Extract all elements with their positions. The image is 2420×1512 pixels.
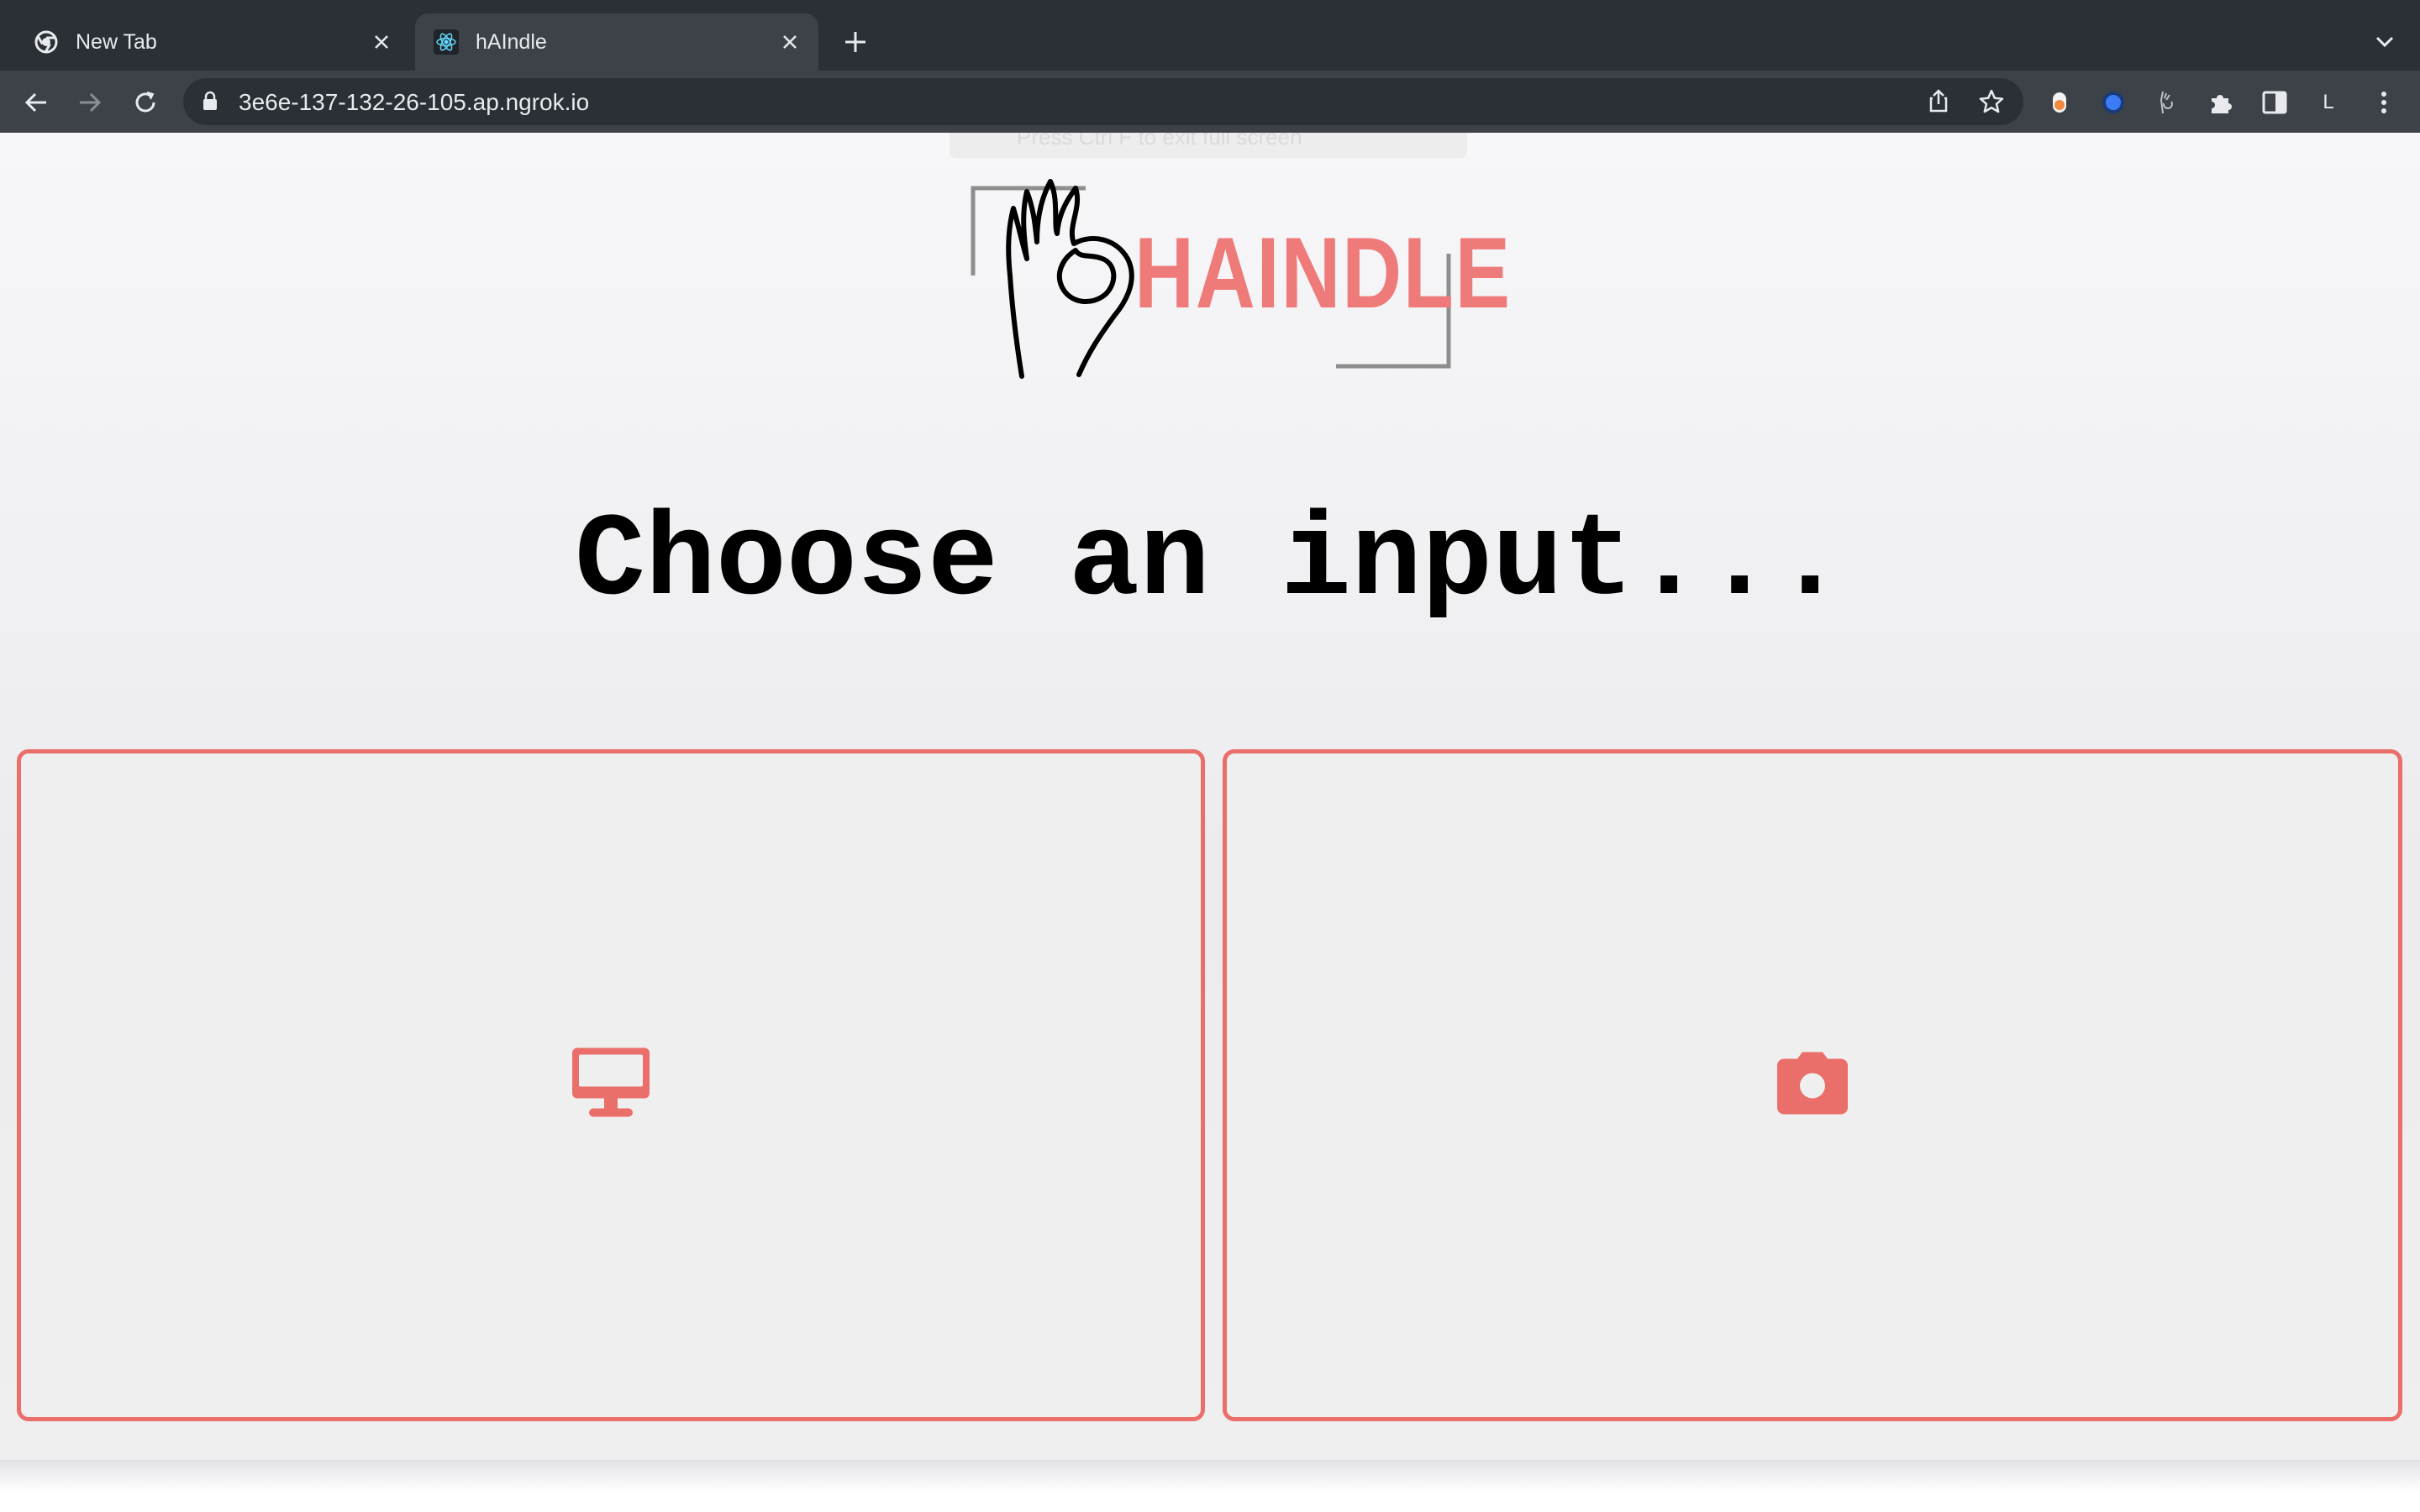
tab-title: hAIndle (476, 29, 547, 54)
logo-text: HAINDLE (1134, 217, 1512, 329)
address-bar[interactable]: 3e6e-137-132-26-105.ap.ngrok.io (183, 78, 2023, 125)
extensions-puzzle-icon[interactable] (2205, 87, 2237, 118)
react-icon (434, 29, 459, 55)
close-tab-icon[interactable] (773, 25, 807, 59)
page-title: Choose an input... (574, 496, 1846, 629)
tab-search-button[interactable] (2368, 25, 2402, 59)
side-panel-icon[interactable] (2259, 87, 2291, 118)
haindle-logo: HAINDLE (966, 158, 1510, 380)
tab-title: New Tab (76, 29, 157, 54)
back-button[interactable] (18, 85, 54, 120)
chrome-icon (34, 29, 59, 55)
reload-button[interactable] (128, 85, 163, 120)
forward-button[interactable] (72, 85, 108, 120)
page-bottom-edge (0, 1460, 2420, 1512)
new-tab-button[interactable] (839, 25, 872, 59)
extension-blue-icon[interactable] (2097, 87, 2129, 118)
page-content: Press Ctrl F to exit full screen HAINDLE… (0, 133, 2420, 1460)
profile-avatar[interactable]: L (2312, 87, 2344, 118)
camera-icon (1777, 1052, 1848, 1119)
reload-icon (135, 92, 155, 113)
lock-icon (202, 91, 218, 115)
back-arrow-icon (24, 92, 46, 113)
extension-orange-icon[interactable] (2044, 87, 2075, 118)
tab-new-tab[interactable]: New Tab (15, 13, 410, 71)
close-tab-icon[interactable] (365, 25, 398, 59)
url-text: 3e6e-137-132-26-105.ap.ngrok.io (239, 89, 590, 115)
desktop-icon (572, 1047, 650, 1123)
browser-toolbar: 3e6e-137-132-26-105.ap.ngrok.io L (0, 71, 2420, 133)
screen-input-option[interactable] (17, 749, 1205, 1421)
more-menu-icon[interactable] (2368, 87, 2400, 118)
forward-arrow-icon (80, 92, 102, 113)
bookmark-star-icon[interactable] (1978, 88, 2005, 119)
browser-tab-strip: New Tab hAIndle (0, 0, 2420, 71)
extension-hand-icon[interactable] (2151, 87, 2183, 118)
camera-input-option[interactable] (1223, 749, 2402, 1421)
tab-haindle[interactable]: hAIndle (415, 13, 818, 71)
share-icon[interactable] (1926, 88, 1951, 118)
fullscreen-hint: Press Ctrl F to exit full screen (950, 133, 1467, 158)
